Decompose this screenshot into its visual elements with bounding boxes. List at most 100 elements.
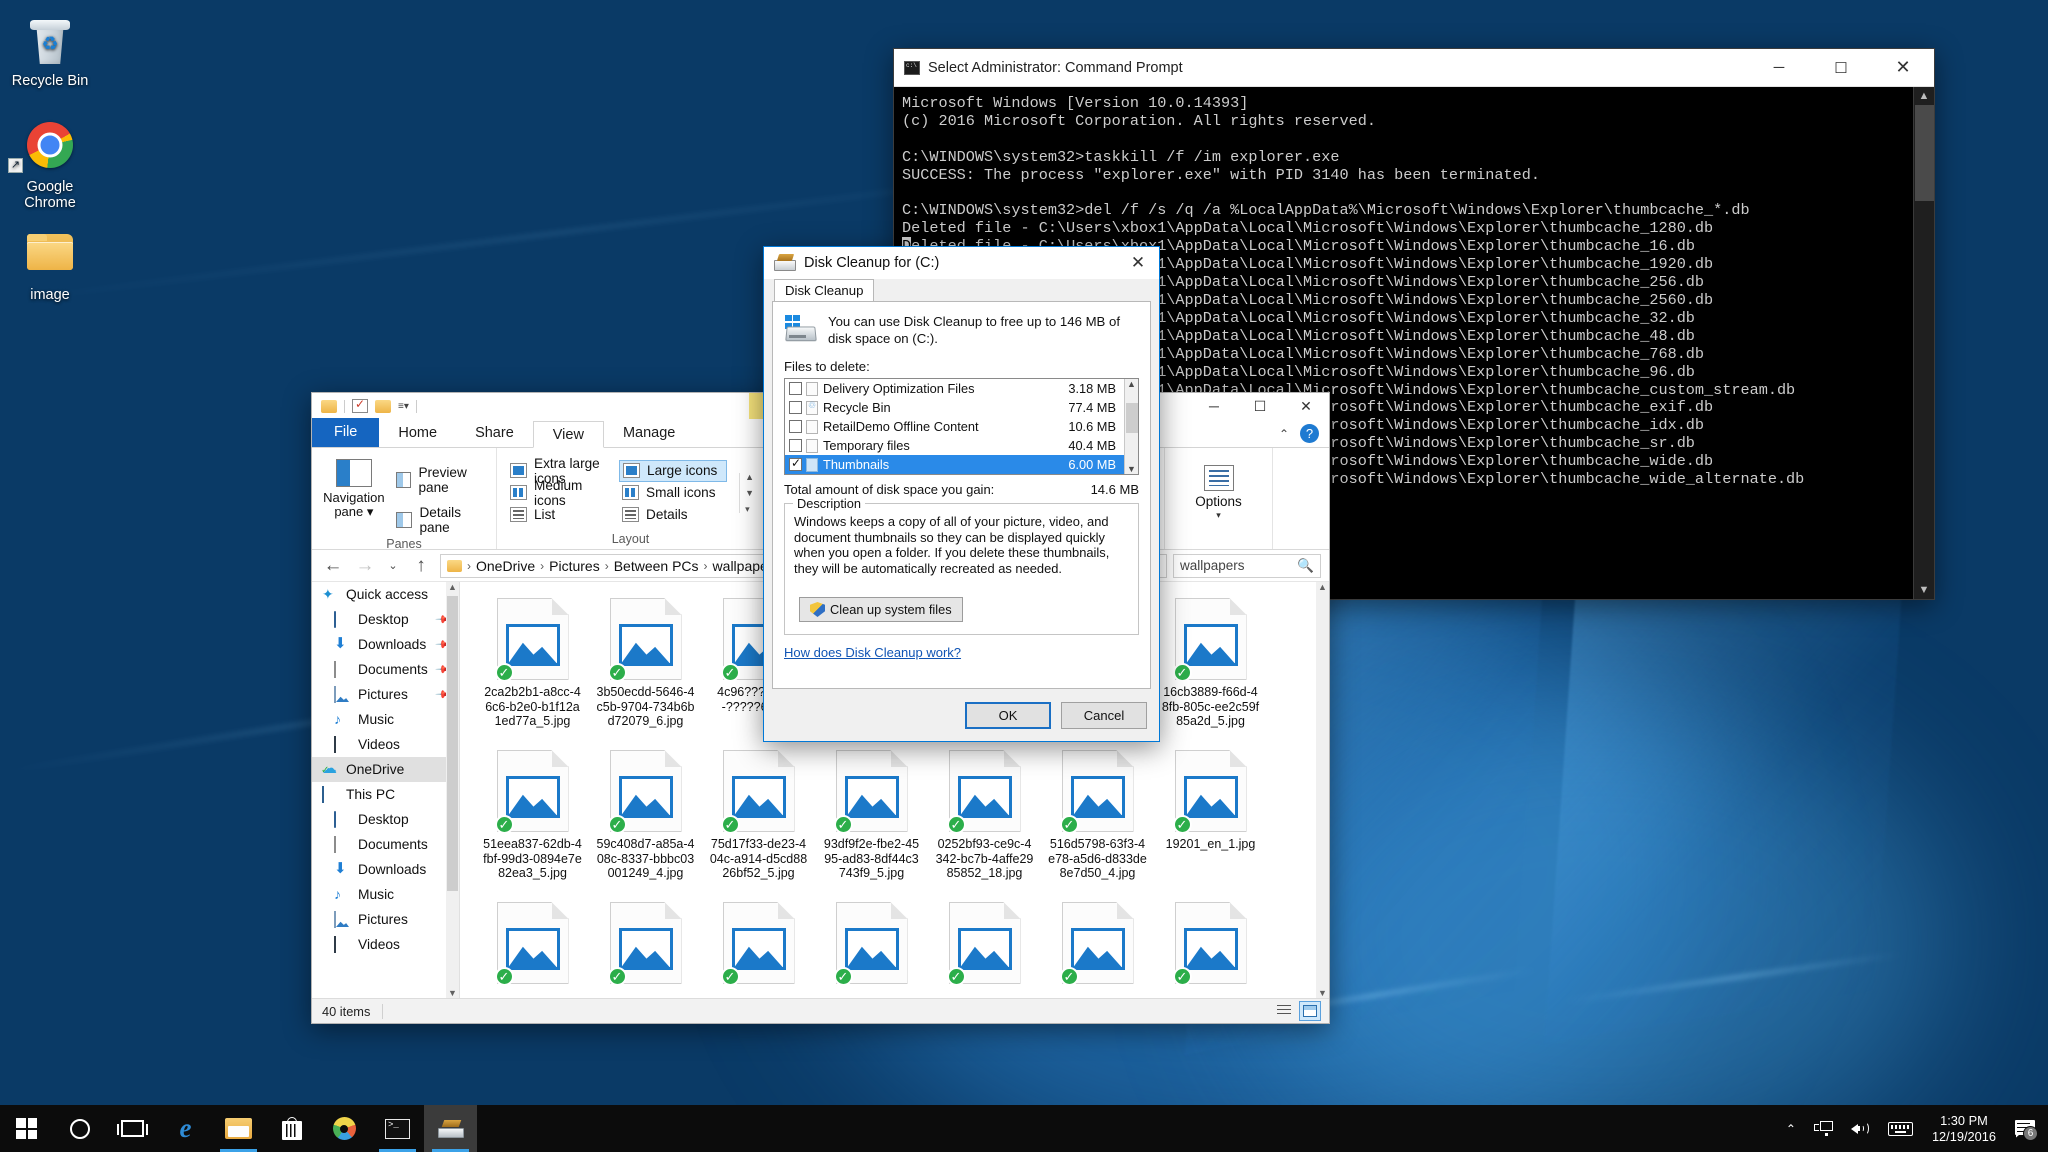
- cmd-scroll-thumb[interactable]: [1915, 105, 1934, 201]
- layout-small-icons[interactable]: Small icons: [619, 482, 727, 504]
- network-button[interactable]: [1805, 1105, 1842, 1152]
- cleanup-item-checkbox[interactable]: [789, 458, 802, 471]
- nav-scroll-down-icon[interactable]: ▼: [448, 988, 457, 998]
- layout-gallery-scroll[interactable]: ▲ ▼ ▾: [739, 473, 754, 513]
- file-explorer-button[interactable]: [212, 1105, 265, 1152]
- desktop-icon-image-folder[interactable]: image: [4, 230, 96, 303]
- file-tile[interactable]: ✓: [815, 896, 928, 998]
- file-tile[interactable]: ✓51eea837-62db-4fbf-99d3-0894e7e82ea3_5.…: [476, 744, 589, 896]
- layout-medium-icons[interactable]: Medium icons: [507, 482, 615, 504]
- properties-icon[interactable]: [352, 399, 368, 413]
- file-tile[interactable]: ✓: [1041, 896, 1154, 998]
- tab-manage[interactable]: Manage: [604, 420, 694, 447]
- search-icon[interactable]: 🔍: [1297, 558, 1314, 574]
- files-to-delete-list[interactable]: Delivery Optimization Files3.18 MBRecycl…: [784, 378, 1139, 475]
- sidebar-item-videos[interactable]: Videos: [312, 732, 459, 757]
- cmd-scroll-up-icon[interactable]: ▲: [1919, 87, 1930, 105]
- breadcrumb-pictures[interactable]: Pictures: [549, 558, 600, 574]
- help-icon[interactable]: ?: [1300, 424, 1319, 443]
- sidebar-item-music[interactable]: ♪Music: [312, 707, 459, 732]
- quick-access-toolbar[interactable]: ≡▾: [312, 399, 417, 413]
- file-tile[interactable]: ✓19201_en_1.jpg: [1154, 744, 1267, 896]
- file-list-scrollbar[interactable]: ▲ ▼: [1316, 582, 1329, 998]
- back-button[interactable]: ←: [320, 555, 346, 577]
- cortana-search-button[interactable]: [53, 1105, 106, 1152]
- sidebar-item-pictures[interactable]: Pictures: [312, 907, 459, 932]
- files-scroll-up-icon[interactable]: ▲: [1127, 379, 1136, 389]
- sidebar-item-downloads[interactable]: ⬇Downloads📌: [312, 632, 459, 657]
- file-tile[interactable]: ✓2ca2b2b1-a8cc-46c6-b2e0-b1f12a1ed77a_5.…: [476, 592, 589, 744]
- tab-disk-cleanup[interactable]: Disk Cleanup: [774, 279, 874, 301]
- cmd-scroll-down-icon[interactable]: ▼: [1919, 581, 1930, 599]
- volume-button[interactable]: [1842, 1105, 1879, 1152]
- file-tile[interactable]: ✓75d17f33-de23-404c-a914-d5cd8826bf52_5.…: [702, 744, 815, 896]
- navigation-pane[interactable]: ✦Quick accessDesktop📌⬇Downloads📌Document…: [312, 582, 460, 998]
- task-view-button[interactable]: [106, 1105, 159, 1152]
- layout-large-icons[interactable]: Large icons: [619, 460, 727, 482]
- sidebar-item-pictures[interactable]: Pictures📌: [312, 682, 459, 707]
- gallery-scroll-down-icon[interactable]: ▼: [745, 489, 754, 497]
- recent-locations-button[interactable]: ⌄: [384, 559, 402, 572]
- gallery-scroll-up-icon[interactable]: ▲: [745, 473, 754, 481]
- cmd-title-bar[interactable]: Select Administrator: Command Prompt ─ ☐…: [894, 49, 1934, 87]
- cleanup-item-checkbox[interactable]: [789, 420, 802, 433]
- cleanup-list-item[interactable]: RetailDemo Offline Content10.6 MB: [785, 417, 1124, 436]
- file-tile[interactable]: ✓: [1154, 896, 1267, 998]
- file-tile[interactable]: ✓: [476, 896, 589, 998]
- tab-view[interactable]: View: [533, 421, 604, 448]
- breadcrumb-onedrive[interactable]: OneDrive: [476, 558, 535, 574]
- sidebar-item-music[interactable]: ♪Music: [312, 882, 459, 907]
- layout-list[interactable]: List: [507, 504, 615, 526]
- ok-button[interactable]: OK: [965, 702, 1051, 729]
- file-tile[interactable]: ✓3b50ecdd-5646-4c5b-9704-734b6bd72079_6.…: [589, 592, 702, 744]
- explorer-minimize-button[interactable]: ─: [1191, 393, 1237, 419]
- cleanup-list-item[interactable]: Recycle Bin77.4 MB: [785, 398, 1124, 417]
- chevron-down-icon[interactable]: ▾: [367, 504, 374, 519]
- start-button[interactable]: [0, 1105, 53, 1152]
- desktop-icon-recycle-bin[interactable]: ♻ Recycle Bin: [4, 16, 96, 89]
- clean-up-system-files-button[interactable]: Clean up system files: [799, 597, 963, 622]
- options-button[interactable]: Options ▾: [1179, 465, 1259, 521]
- layout-details[interactable]: Details: [619, 504, 727, 526]
- tab-share[interactable]: Share: [456, 420, 533, 447]
- cleanup-list-item[interactable]: Temporary files40.4 MB: [785, 436, 1124, 455]
- action-center-button[interactable]: 6: [2006, 1105, 2044, 1152]
- list-scroll-up-icon[interactable]: ▲: [1318, 582, 1327, 592]
- cleanup-item-checkbox[interactable]: [789, 439, 802, 452]
- nav-scroll-up-icon[interactable]: ▲: [448, 582, 457, 592]
- search-input[interactable]: wallpapers 🔍: [1173, 554, 1321, 578]
- navigation-pane-button[interactable]: Navigation pane ▾: [322, 459, 386, 519]
- chevron-down-icon[interactable]: ▾: [1216, 510, 1221, 521]
- cancel-button[interactable]: Cancel: [1061, 702, 1147, 729]
- details-pane-button[interactable]: Details pane: [394, 503, 486, 537]
- disk-cleanup-close-button[interactable]: ✕: [1117, 247, 1159, 279]
- edge-button[interactable]: e: [159, 1105, 212, 1152]
- desktop-icon-google-chrome[interactable]: ↗ Google Chrome: [4, 122, 96, 211]
- files-list-scrollbar[interactable]: ▲ ▼: [1124, 379, 1138, 474]
- disk-cleanup-tab-strip[interactable]: Disk Cleanup: [764, 279, 1159, 301]
- explorer-close-button[interactable]: ✕: [1283, 393, 1329, 419]
- sidebar-item-videos[interactable]: Videos: [312, 932, 459, 957]
- how-does-disk-cleanup-work-link[interactable]: How does Disk Cleanup work?: [784, 645, 1139, 660]
- cleanup-list-item[interactable]: Thumbnails6.00 MB: [785, 455, 1124, 474]
- disk-cleanup-dialog[interactable]: Disk Cleanup for (C:) ✕ Disk Cleanup You…: [763, 246, 1160, 742]
- forward-button[interactable]: →: [352, 555, 378, 577]
- sidebar-item-this-pc[interactable]: This PC: [312, 782, 459, 807]
- cleanup-item-checkbox[interactable]: [789, 382, 802, 395]
- sidebar-item-quick-access[interactable]: ✦Quick access: [312, 582, 459, 607]
- gallery-more-icon[interactable]: ▾: [745, 505, 754, 513]
- sidebar-item-onedrive[interactable]: ☁✓OneDrive: [312, 757, 459, 782]
- show-hidden-icons-button[interactable]: ⌃: [1777, 1105, 1805, 1152]
- paint-button[interactable]: [318, 1105, 371, 1152]
- chevron-down-icon[interactable]: ≡▾: [398, 401, 409, 412]
- disk-cleanup-button[interactable]: [424, 1105, 477, 1152]
- layout-options-gallery[interactable]: Extra large icons Large icons Medium ico…: [507, 460, 727, 526]
- cleanup-item-checkbox[interactable]: [789, 401, 802, 414]
- navigation-pane-scrollbar[interactable]: ▲ ▼: [446, 582, 459, 998]
- sidebar-item-downloads[interactable]: ⬇Downloads: [312, 857, 459, 882]
- details-view-button[interactable]: [1273, 1001, 1295, 1021]
- file-tile[interactable]: ✓0252bf93-ce9c-4342-bc7b-4affe2985852_18…: [928, 744, 1041, 896]
- cmd-scrollbar[interactable]: ▲ ▼: [1913, 87, 1934, 599]
- file-tile[interactable]: ✓516d5798-63f3-4e78-a5d6-d833de8e7d50_4.…: [1041, 744, 1154, 896]
- new-folder-icon[interactable]: [375, 400, 391, 413]
